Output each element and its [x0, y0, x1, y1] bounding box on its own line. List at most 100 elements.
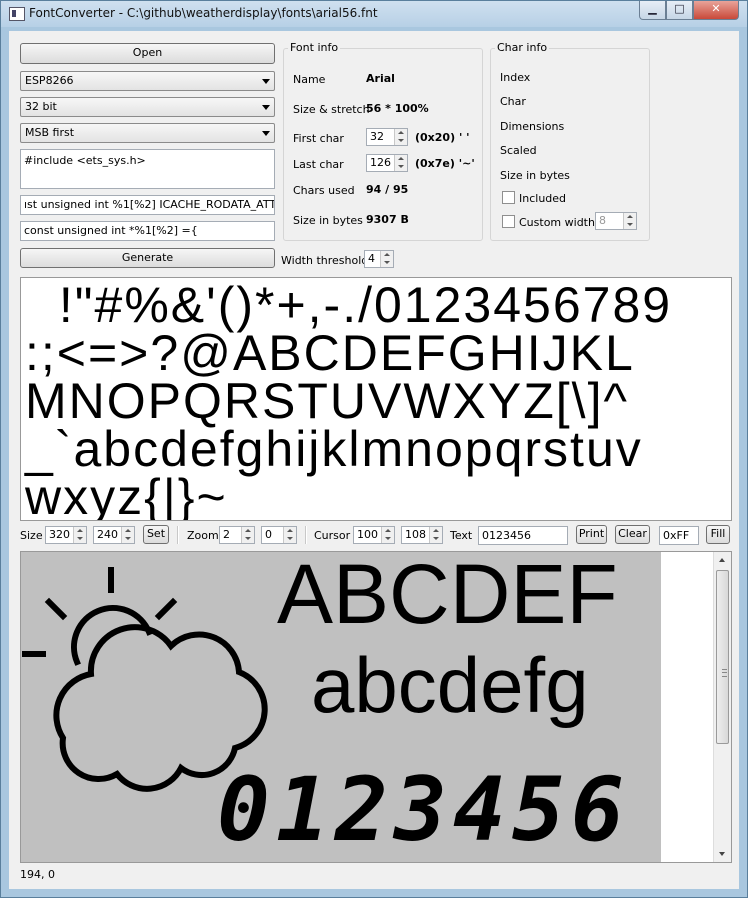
fill-value-input[interactable]: 0xFF	[659, 526, 699, 545]
spin-arrows-icon[interactable]	[394, 129, 407, 145]
set-button[interactable]: Set	[143, 525, 169, 544]
scaled-label: Scaled	[500, 144, 537, 157]
last-char-spinbox[interactable]: 126	[366, 154, 408, 172]
width-spinbox[interactable]: 320	[45, 526, 87, 544]
display-emulator[interactable]: ABCDEF abcdefg 0123456	[20, 551, 732, 863]
height-value: 240	[97, 528, 118, 541]
bit-order-combo[interactable]: MSB first	[20, 123, 275, 143]
custom-width-spinbox[interactable]: 8	[595, 212, 637, 230]
width-threshold-spinbox[interactable]: 4	[364, 250, 394, 268]
dimensions-label: Dimensions	[500, 120, 565, 133]
grip-icon	[722, 669, 727, 677]
open-button[interactable]: Open	[20, 43, 275, 64]
zoom-label: Zoom	[187, 529, 219, 542]
spin-arrows-icon[interactable]	[73, 527, 86, 543]
text-label: Text	[450, 529, 473, 542]
main-window: FontConverter - C:\github\weatherdisplay…	[0, 0, 748, 898]
minimize-icon: ▁	[648, 2, 657, 15]
first-char-value: 32	[370, 130, 384, 143]
zoom2-spinbox[interactable]: 0	[261, 526, 297, 544]
cursor-y-spinbox[interactable]: 108	[401, 526, 443, 544]
scroll-thumb[interactable]	[716, 570, 729, 744]
spin-arrows-icon[interactable]	[623, 213, 636, 229]
print-button[interactable]: Print	[576, 525, 607, 544]
spin-arrows-icon[interactable]	[429, 527, 442, 543]
width-threshold-label: Width threshold	[281, 254, 369, 267]
char-info-title: Char info	[495, 41, 550, 54]
scroll-up-icon[interactable]	[719, 558, 725, 562]
chevron-down-icon	[262, 79, 270, 84]
spin-arrows-icon[interactable]	[121, 527, 134, 543]
vertical-scrollbar[interactable]	[713, 552, 731, 862]
chars-used-label: Chars used	[293, 184, 355, 197]
name-label: Name	[293, 73, 326, 86]
client-area: Open ESP8266 32 bit MSB first #include <…	[9, 31, 739, 889]
preview-row-5: wxyz{|}~	[25, 469, 228, 521]
close-button[interactable]: ✕	[693, 1, 739, 20]
include-text: #include <ets_sys.h>	[24, 154, 146, 167]
char-label: Char	[500, 95, 526, 108]
chevron-down-icon	[262, 131, 270, 136]
index-label: Index	[500, 71, 531, 84]
spin-arrows-icon[interactable]	[381, 527, 394, 543]
cursor-label: Cursor	[314, 529, 351, 542]
cursor-x-value: 100	[357, 528, 378, 541]
custom-width-label: Custom width	[519, 216, 595, 229]
custom-width-checkbox[interactable]	[502, 215, 515, 228]
spin-arrows-icon[interactable]	[394, 155, 407, 171]
font-info-title: Font info	[288, 41, 341, 54]
platform-value: ESP8266	[25, 74, 74, 87]
height-spinbox[interactable]: 240	[93, 526, 135, 544]
bits-combo[interactable]: 32 bit	[20, 97, 275, 117]
array-declaration-field[interactable]: ıst unsigned int %1[%2] ICACHE_RODATA_AT…	[20, 195, 275, 215]
custom-width-value: 8	[599, 214, 606, 227]
font-preview[interactable]: !"#%&'()*+,-./0123456789 :;<=>?@ABCDEFGH…	[20, 277, 732, 521]
fill-button[interactable]: Fill	[706, 525, 730, 544]
size-stretch-value: 56 * 100%	[366, 102, 429, 115]
spin-arrows-icon[interactable]	[380, 251, 393, 267]
last-char-value: 126	[370, 156, 391, 169]
chars-used-value: 94 / 95	[366, 183, 409, 196]
display-line-1: ABCDEF	[277, 551, 618, 641]
char-size-bytes-label: Size in bytes	[500, 169, 570, 182]
preview-row-4: _`abcdefghijklmnopqrstuv	[25, 421, 643, 477]
toolbar-separator	[177, 526, 179, 544]
app-icon	[9, 7, 25, 21]
cursor-x-spinbox[interactable]: 100	[353, 526, 395, 544]
preview-row-1: !"#%&'()*+,-./0123456789	[43, 277, 673, 333]
first-char-spinbox[interactable]: 32	[366, 128, 408, 146]
maximize-icon: □	[674, 2, 685, 15]
size-bytes-value: 9307 B	[366, 213, 409, 226]
scroll-down-icon[interactable]	[719, 852, 725, 856]
maximize-button[interactable]: □	[666, 1, 693, 20]
width-value: 320	[49, 528, 70, 541]
generate-button[interactable]: Generate	[20, 248, 275, 268]
bits-value: 32 bit	[25, 100, 57, 113]
display-line-3: 0123456	[217, 758, 630, 861]
lcd-canvas[interactable]: ABCDEF abcdefg 0123456	[21, 552, 661, 862]
zoom-spinbox[interactable]: 2	[219, 526, 255, 544]
preview-row-3: MNOPQRSTUVWXYZ[\]^	[25, 373, 629, 429]
cursor-y-value: 108	[405, 528, 426, 541]
last-char-hex: (0x7e) '~'	[415, 157, 475, 170]
status-coordinates: 194, 0	[20, 868, 55, 881]
clear-button[interactable]: Clear	[615, 525, 650, 544]
platform-combo[interactable]: ESP8266	[20, 71, 275, 91]
first-char-hex: (0x20) ' '	[415, 131, 470, 144]
bit-order-value: MSB first	[25, 126, 75, 139]
display-line-2: abcdefg	[311, 641, 589, 729]
included-label: Included	[519, 192, 567, 205]
title-bar[interactable]: FontConverter - C:\github\weatherdisplay…	[1, 1, 747, 27]
name-value: Arial	[366, 72, 395, 85]
include-textarea[interactable]: #include <ets_sys.h>	[20, 149, 275, 189]
minimize-button[interactable]: ▁	[639, 1, 666, 20]
included-checkbox[interactable]	[502, 191, 515, 204]
preview-row-2: :;<=>?@ABCDEFGHIJKL	[25, 325, 635, 381]
spin-arrows-icon[interactable]	[283, 527, 296, 543]
close-icon: ✕	[711, 2, 721, 15]
first-char-label: First char	[293, 132, 344, 145]
spin-arrows-icon[interactable]	[241, 527, 254, 543]
pointer-declaration-field[interactable]: const unsigned int *%1[%2] ={	[20, 221, 275, 241]
toolbar-separator	[305, 526, 307, 544]
text-input[interactable]: 0123456	[478, 526, 568, 545]
